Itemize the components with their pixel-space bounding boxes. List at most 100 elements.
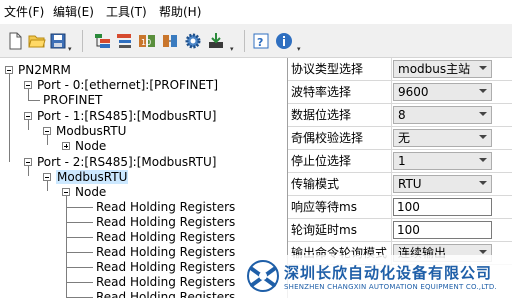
tree-port-0[interactable]: Port - 0:[ethernet]:[PROFINET] xyxy=(37,78,218,92)
tree-command[interactable]: Read Holding Registers xyxy=(96,245,235,259)
data-bits-value: 8 xyxy=(398,108,406,122)
property-label: 停止位选择 xyxy=(291,154,352,168)
save-icon[interactable] xyxy=(49,32,67,50)
tree-port-1[interactable]: Port - 1:[RS485]:[ModbusRTU] xyxy=(37,109,216,123)
tree-command[interactable]: Read Holding Registers xyxy=(96,200,235,214)
menu-help[interactable]: 帮助(H) xyxy=(159,4,201,20)
tree-command[interactable]: Read Holding Registers xyxy=(96,275,235,289)
property-label: 协议类型选择 xyxy=(291,62,364,76)
property-row: 停止位选择 1 xyxy=(288,150,512,173)
company-name-cn: 深圳长欣自动化设备有限公司 xyxy=(284,264,493,282)
download-icon[interactable] xyxy=(207,32,225,50)
open-folder-icon[interactable] xyxy=(28,32,46,50)
column-divider xyxy=(391,150,392,173)
property-row: 数据位选择 8 xyxy=(288,104,512,127)
property-label: 波特率选择 xyxy=(291,85,352,99)
tree-root[interactable]: PN2MRM xyxy=(18,63,71,77)
data-bits-select[interactable]: 8 xyxy=(393,106,492,124)
tree-line xyxy=(47,181,48,191)
column-divider xyxy=(391,173,392,196)
transfer-mode-select[interactable]: RTU xyxy=(393,175,492,193)
tree-port-1-node[interactable]: Node xyxy=(75,139,106,153)
expand-toggle[interactable] xyxy=(43,127,51,135)
help-icon[interactable]: ? xyxy=(252,32,270,50)
download-dropdown-icon[interactable]: ▾ xyxy=(230,46,236,53)
stop-bits-select[interactable]: 1 xyxy=(393,152,492,170)
tree-command[interactable]: Read Holding Registers xyxy=(96,230,235,244)
expand-toggle[interactable] xyxy=(62,188,70,196)
expand-toggle[interactable] xyxy=(43,173,51,181)
tree-line xyxy=(67,252,93,253)
expand-toggle[interactable] xyxy=(5,66,13,74)
property-label: 奇偶校验选择 xyxy=(291,131,364,145)
tree-line xyxy=(28,166,29,176)
tree-line xyxy=(47,135,48,145)
parity-value: 无 xyxy=(398,131,411,145)
poll-delay-field[interactable]: 100 xyxy=(393,221,492,239)
toolbar-separator xyxy=(244,30,245,52)
response-wait-field[interactable]: 100 xyxy=(393,198,492,216)
tree-line xyxy=(67,222,93,223)
chevron-down-icon xyxy=(479,112,487,116)
tree-line xyxy=(9,74,10,162)
tree-port-2-node[interactable]: Node xyxy=(75,185,106,199)
menu-bar: 文件(F) 编辑(E) 工具(T) 帮助(H) xyxy=(0,0,512,24)
tree-line xyxy=(67,207,93,208)
toolbar-separator xyxy=(82,30,83,52)
company-watermark: 深圳长欣自动化设备有限公司 SHENZHEN CHANGXIN AUTOMATI… xyxy=(240,255,512,298)
tree-line xyxy=(28,88,29,100)
baud-rate-value: 9600 xyxy=(398,85,429,99)
response-wait-value: 100 xyxy=(397,200,420,214)
property-label: 数据位选择 xyxy=(291,108,352,122)
expand-toggle[interactable] xyxy=(62,142,70,150)
chevron-down-icon xyxy=(479,66,487,70)
add-module-icon[interactable] xyxy=(115,32,133,50)
save-dropdown-icon[interactable]: ▾ xyxy=(68,46,74,53)
tree-command[interactable]: Read Holding Registers xyxy=(96,215,235,229)
protocol-select[interactable]: modbus主站 xyxy=(393,60,492,78)
tree-port-0-profinet[interactable]: PROFINET xyxy=(43,93,102,107)
column-divider xyxy=(391,58,392,81)
svg-text:?: ? xyxy=(257,36,263,49)
add-command-icon[interactable] xyxy=(161,32,179,50)
expand-toggle[interactable] xyxy=(24,158,32,166)
tree-line xyxy=(28,120,29,130)
chevron-down-icon xyxy=(479,250,487,254)
svg-text:10: 10 xyxy=(141,38,151,47)
settings-icon[interactable] xyxy=(184,32,202,50)
tree-command[interactable]: Read Holding Registers xyxy=(96,290,235,298)
property-row: 波特率选择 9600 xyxy=(288,81,512,104)
property-row: 响应等待ms 100 xyxy=(288,196,512,219)
property-row: 轮询延时ms 100 xyxy=(288,219,512,242)
new-file-icon[interactable] xyxy=(6,32,24,50)
add-port-icon[interactable] xyxy=(94,32,112,50)
company-logo-icon xyxy=(246,259,280,293)
tree-port-2-modbusrtu[interactable]: ModbusRTU xyxy=(56,170,129,184)
tree-port-2[interactable]: Port - 2:[RS485]:[ModbusRTU] xyxy=(37,155,216,169)
column-divider xyxy=(391,127,392,150)
info-icon[interactable] xyxy=(275,32,293,50)
column-divider xyxy=(391,219,392,242)
expand-toggle[interactable] xyxy=(24,81,32,89)
tree-line xyxy=(67,237,93,238)
baud-rate-select[interactable]: 9600 xyxy=(393,83,492,101)
protocol-value: modbus主站 xyxy=(398,62,471,76)
property-row: 奇偶校验选择 无 xyxy=(288,127,512,150)
tree-line xyxy=(67,267,93,268)
parity-select[interactable]: 无 xyxy=(393,129,492,147)
menu-tools[interactable]: 工具(T) xyxy=(106,4,147,20)
tree-port-1-modbusrtu[interactable]: ModbusRTU xyxy=(56,124,126,138)
chevron-down-icon xyxy=(479,181,487,185)
menu-edit[interactable]: 编辑(E) xyxy=(53,4,94,20)
chevron-down-icon xyxy=(479,89,487,93)
column-divider xyxy=(391,104,392,127)
property-row: 传输模式 RTU xyxy=(288,173,512,196)
menu-file[interactable]: 文件(F) xyxy=(4,4,44,20)
tree-command[interactable]: Read Holding Registers xyxy=(96,260,235,274)
property-label: 传输模式 xyxy=(291,177,340,191)
add-node-icon[interactable]: 10 xyxy=(138,32,156,50)
info-dropdown-icon[interactable]: ▾ xyxy=(297,46,303,53)
transfer-mode-value: RTU xyxy=(398,177,422,191)
company-name-en: SHENZHEN CHANGXIN AUTOMATION EQUIPMENT C… xyxy=(284,283,497,291)
expand-toggle[interactable] xyxy=(24,112,32,120)
